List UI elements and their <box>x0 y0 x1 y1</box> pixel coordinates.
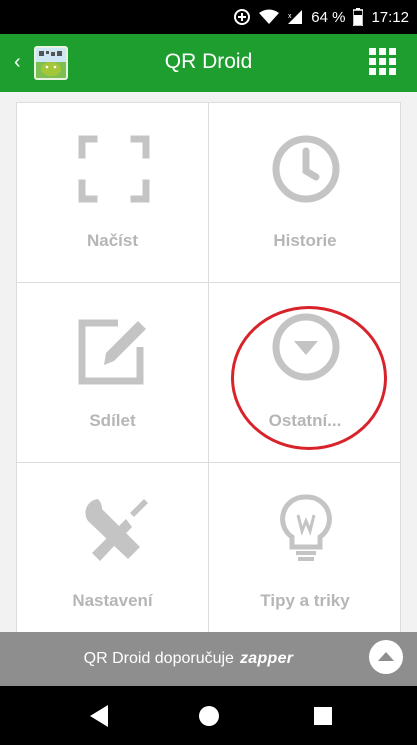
main-menu-grid: Načíst Historie Sdílet Ostatní... Nastav… <box>16 102 401 643</box>
menu-item-scan[interactable]: Načíst <box>17 103 209 283</box>
system-nav-bar <box>0 686 417 745</box>
menu-item-label: Nastavení <box>72 591 153 610</box>
signal-icon: x <box>287 9 303 25</box>
menu-item-label: Historie <box>273 231 337 250</box>
tools-icon <box>85 499 148 561</box>
clock-icon <box>272 135 340 203</box>
menu-item-label: Sdílet <box>89 411 136 430</box>
recents-nav-icon[interactable] <box>312 704 334 728</box>
battery-percent: 64 % <box>311 8 346 26</box>
menu-item-history[interactable]: Historie <box>209 103 401 283</box>
clock-time: 17:12 <box>371 8 409 26</box>
grid-menu-icon[interactable] <box>369 48 397 76</box>
scan-frame-icon <box>78 135 150 203</box>
app-bar: ‹ QR Droid <box>0 34 417 92</box>
banner-brand: zapper <box>239 650 294 667</box>
menu-item-tips[interactable]: Tipy a triky <box>209 463 401 643</box>
dropdown-circle-icon <box>272 313 340 381</box>
app-title: QR Droid <box>164 50 253 73</box>
menu-item-other[interactable]: Ostatní... <box>209 283 401 463</box>
menu-item-label: Tipy a triky <box>260 591 350 610</box>
lightbulb-icon <box>280 494 332 561</box>
menu-item-label: Načíst <box>86 231 139 250</box>
battery-icon <box>353 8 364 26</box>
back-nav-icon[interactable] <box>88 704 110 728</box>
svg-text:x: x <box>288 13 292 20</box>
expand-up-icon[interactable] <box>369 640 403 674</box>
menu-item-settings[interactable]: Nastavení <box>17 463 209 643</box>
wifi-icon <box>259 9 280 25</box>
home-nav-icon[interactable] <box>198 704 220 728</box>
data-saver-icon <box>233 8 251 26</box>
screen: x 64 % 17:12 ‹ QR Droid Načíst Historie … <box>0 0 417 745</box>
promo-banner[interactable]: QR Droid doporučuje zapper <box>0 632 417 686</box>
banner-text: QR Droid doporučuje zapper <box>0 650 417 668</box>
menu-item-share[interactable]: Sdílet <box>17 283 209 463</box>
banner-text-label: QR Droid doporučuje <box>83 650 234 667</box>
edit-icon <box>78 319 146 385</box>
status-bar: x 64 % 17:12 <box>0 0 417 34</box>
menu-item-label: Ostatní... <box>268 411 342 430</box>
